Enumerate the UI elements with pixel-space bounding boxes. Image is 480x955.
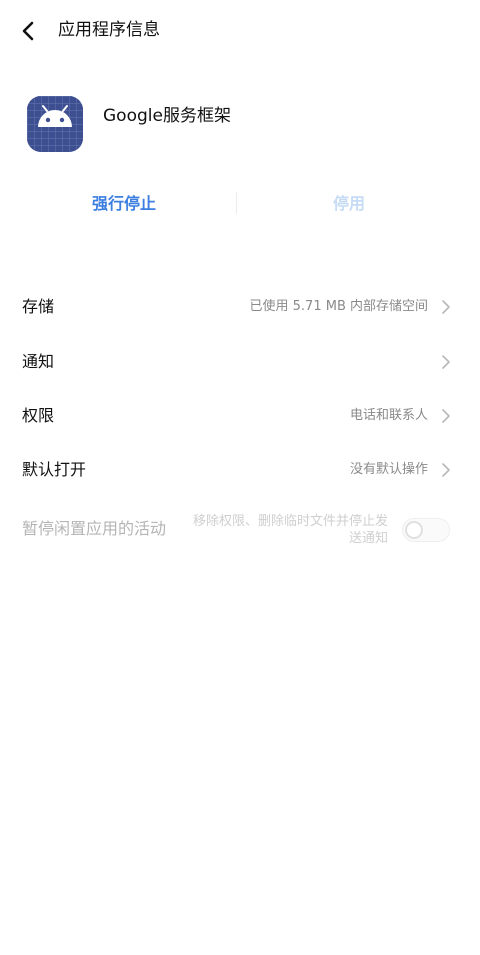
- chevron-right-icon: [442, 463, 450, 477]
- pause-idle-label: 暂停闲置应用的活动: [22, 519, 167, 538]
- app-name: Google服务框架: [103, 106, 231, 126]
- storage-row[interactable]: 存储 已使用 5.71 MB 内部存储空间: [0, 281, 480, 335]
- toggle-knob: [405, 521, 423, 539]
- app-info-page: 应用程序信息 Google服务框架 强行停止 停用 存储 已使用 5.71 MB…: [0, 0, 480, 955]
- notifications-row[interactable]: 通知: [0, 336, 480, 390]
- default-open-value: 没有默认操作: [349, 462, 428, 477]
- storage-label: 存储: [22, 297, 55, 316]
- default-open-label: 默认打开: [22, 460, 87, 479]
- chevron-right-icon: [442, 409, 450, 423]
- disable-button[interactable]: 停用: [255, 190, 443, 218]
- page-title: 应用程序信息: [58, 20, 160, 40]
- pause-idle-note: 移除权限、删除临时文件并停止发送通知: [192, 514, 388, 546]
- permissions-row[interactable]: 权限 电话和联系人: [0, 390, 480, 444]
- permissions-value: 电话和联系人: [349, 408, 428, 423]
- chevron-right-icon: [442, 300, 450, 314]
- force-stop-button[interactable]: 强行停止: [30, 190, 218, 218]
- default-open-row[interactable]: 默认打开 没有默认操作: [0, 444, 480, 498]
- back-button[interactable]: [14, 16, 44, 46]
- header: 应用程序信息: [0, 0, 480, 60]
- notifications-label: 通知: [22, 352, 55, 371]
- pause-idle-toggle[interactable]: [402, 518, 450, 542]
- chevron-right-icon: [442, 355, 450, 369]
- storage-value: 已使用 5.71 MB 内部存储空间: [249, 299, 428, 314]
- chevron-left-icon: [22, 21, 34, 41]
- action-divider: [236, 192, 237, 214]
- android-icon: [27, 96, 83, 152]
- permissions-label: 权限: [22, 406, 55, 425]
